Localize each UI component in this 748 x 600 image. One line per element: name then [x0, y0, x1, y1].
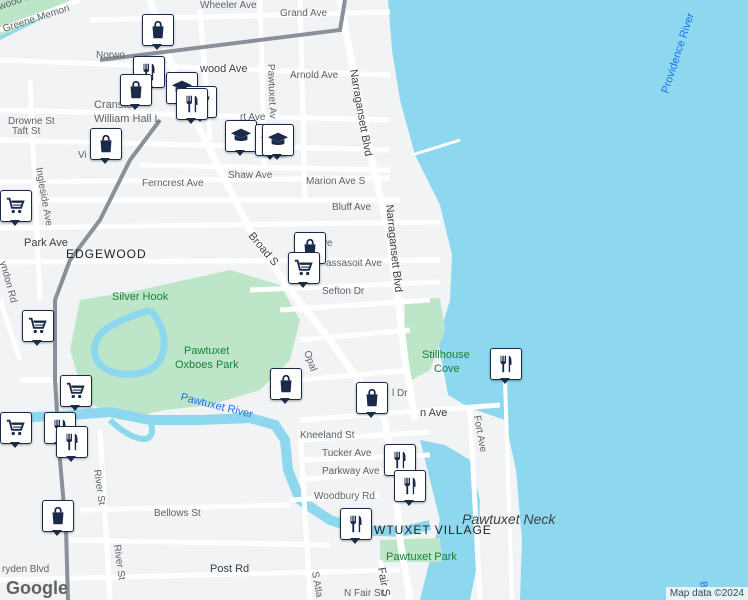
bellows-st-label: Bellows St: [154, 508, 201, 519]
post-rd-label: Post Rd: [210, 563, 249, 575]
silver-hook-label: Silver Hook: [112, 291, 169, 303]
n-ave-label: n Ave: [420, 407, 447, 419]
oxboes-park-label-2: Oxboes Park: [175, 359, 239, 371]
restaurant-icon: [495, 353, 517, 375]
map-canvas[interactable]: Wheeler Ave Grand Ave Greene Memori wood…: [0, 0, 748, 600]
map-pin-restaurant[interactable]: [490, 348, 522, 384]
ferncrest-ave-label: Ferncrest Ave: [142, 178, 204, 189]
norwood-ave-west-label: Norwo: [96, 50, 125, 61]
shaw-ave-label: Shaw Ave: [228, 170, 273, 181]
pawtuxet-park-label: Pawtuxet Park: [386, 551, 457, 563]
narragansett-blvd-south-label: Narragansett Blvd: [383, 204, 404, 293]
map-credit: Map data ©2024: [665, 587, 748, 600]
map-pin-restaurant[interactable]: [340, 508, 372, 544]
map-pin-restaurant[interactable]: [394, 470, 426, 506]
map-pin-grocery-cart[interactable]: [60, 375, 92, 411]
restaurant-icon: [389, 449, 411, 471]
grocery-cart-icon: [65, 380, 87, 402]
pawtuxet-village-label: WTUXET VILLAGE: [374, 523, 492, 537]
map-pin-restaurant[interactable]: [56, 426, 88, 462]
via-label: Vi: [78, 150, 87, 161]
wheeler-ave-label: Wheeler Ave: [200, 0, 257, 11]
sefton-dr-label: Sefton Dr: [322, 286, 365, 297]
shopping-bag-icon: [47, 505, 69, 527]
map-pin-school[interactable]: [225, 120, 257, 156]
shopping-bag-icon: [125, 79, 147, 101]
taft-st-label: Taft St: [12, 126, 41, 137]
lyndon-rd-label: yndon Rd: [0, 260, 19, 304]
edgewood-label: EDGEWOOD: [66, 247, 147, 261]
map-pin-shopping-bag[interactable]: [142, 14, 174, 50]
restaurant-icon: [399, 475, 421, 497]
arnold-ave-label: Arnold Ave: [290, 70, 339, 81]
map-pin-restaurant[interactable]: [176, 88, 208, 124]
map-pin-grocery-cart[interactable]: [288, 252, 320, 288]
map-pin-grocery-cart[interactable]: [0, 412, 32, 448]
grocery-cart-icon: [293, 257, 315, 279]
map-pin-shopping-bag[interactable]: [42, 500, 74, 536]
map-pin-shopping-bag[interactable]: [270, 368, 302, 404]
school-icon: [230, 125, 252, 147]
stillhouse-label-1: Stillhouse: [422, 349, 470, 361]
pawtuxet-ave-label: Pawtuxet Av: [265, 64, 278, 119]
dryden-blvd-label: ryden Blvd: [2, 564, 49, 575]
grocery-cart-icon: [5, 417, 27, 439]
map-pin-shopping-bag[interactable]: [120, 74, 152, 110]
marion-ave-label: Marion Ave S: [306, 176, 366, 187]
oxboes-park-label-1: Pawtuxet: [184, 345, 229, 357]
l-dr-label: l Dr: [392, 388, 408, 399]
n-fair-st-label: N Fair St: [344, 588, 384, 599]
shopping-bag-icon: [147, 19, 169, 41]
restaurant-icon: [61, 431, 83, 453]
google-logo: Google: [6, 578, 68, 598]
bluff-ave-label: Bluff Ave: [332, 202, 372, 213]
massasoit-ave-label: assasoit Ave: [326, 258, 382, 269]
shopping-bag-icon: [95, 133, 117, 155]
parkway-ave-label: Parkway Ave: [322, 466, 380, 477]
opal-label: Opal: [301, 349, 319, 373]
tucker-ave-label: Tucker Ave: [322, 448, 372, 459]
map-pin-grocery-cart[interactable]: [22, 310, 54, 346]
grocery-cart-icon: [5, 195, 27, 217]
grand-ave-label: Grand Ave: [280, 8, 328, 19]
grocery-cart-icon: [27, 315, 49, 337]
school-icon: [267, 129, 289, 151]
park-ave-label: Park Ave: [24, 237, 68, 249]
map-pin-grocery-cart[interactable]: [0, 190, 32, 226]
cranston-label-2: William Hall L: [94, 113, 161, 125]
kneeland-st-label: Kneeland St: [300, 430, 355, 441]
map-pin-school[interactable]: [262, 124, 294, 160]
norwood-ave-east-label: wood Ave: [199, 63, 248, 75]
shopping-bag-icon: [361, 387, 383, 409]
shopping-bag-icon: [275, 373, 297, 395]
map-pin-shopping-bag[interactable]: [356, 382, 388, 418]
restaurant-icon: [181, 93, 203, 115]
restaurant-icon: [345, 513, 367, 535]
narragansett-blvd-north-label: Narragansett Blvd: [347, 68, 374, 157]
stillhouse-label-2: Cove: [434, 363, 460, 375]
map-pin-shopping-bag[interactable]: [90, 128, 122, 164]
woodbury-rd-label: Woodbury Rd: [314, 491, 375, 502]
